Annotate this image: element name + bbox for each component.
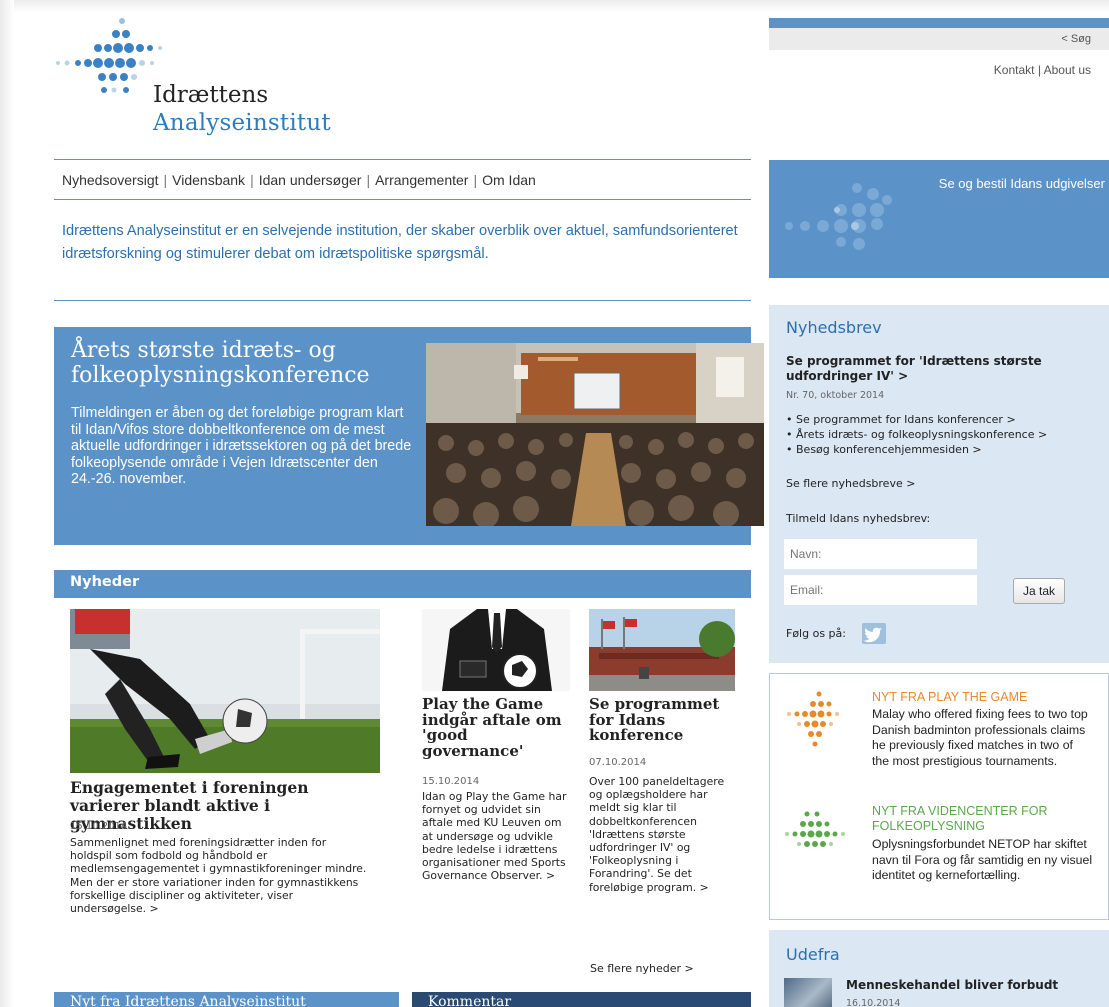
hero-text: Tilmeldingen er åben og det foreløbige p… bbox=[71, 405, 412, 487]
nav-separator: | bbox=[163, 172, 168, 188]
udefra-item-title[interactable]: Menneskehandel bliver forbudt bbox=[846, 978, 1058, 992]
utility-links: Kontakt | About us bbox=[994, 63, 1091, 77]
play-the-game-text[interactable]: Malay who offered fixing fees to two top… bbox=[872, 707, 1092, 769]
news-item-3-text: Over 100 paneldeltagere og oplægsholdere… bbox=[589, 775, 725, 894]
videncenter-text[interactable]: Oplysningsforbundet NETOP har skiftet na… bbox=[872, 837, 1094, 884]
main-nav: Nyhedsoversigt | Vidensbank | Idan undersøge… bbox=[62, 172, 536, 188]
play-the-game-title[interactable]: NYT FRA PLAY THE GAME bbox=[872, 690, 1027, 704]
newsletter-issue: Nr. 70, oktober 2014 bbox=[786, 390, 885, 401]
nav-separator: | bbox=[366, 172, 371, 188]
intro-divider bbox=[54, 300, 751, 301]
conference-hall-image[interactable] bbox=[426, 343, 764, 526]
hero-title[interactable]: Årets største idræts- og folkeoplysnings… bbox=[71, 338, 411, 388]
news-item-1-text: Sammenlignet med foreningsidrætter inden… bbox=[70, 836, 367, 916]
more-newsletters-link[interactable]: Se flere nyhedsbreve > bbox=[786, 477, 915, 490]
list-item[interactable]: • Se programmet for Idans konferencer > bbox=[786, 412, 1047, 427]
news-item-3-title[interactable]: Se programmet for Idans konference bbox=[589, 696, 739, 744]
play-the-game-image[interactable] bbox=[422, 609, 570, 691]
videncenter-dots-icon bbox=[785, 811, 845, 847]
newsletter-bullet-list: • Se programmet for Idans konferencer > … bbox=[786, 412, 1047, 457]
news-section-bar bbox=[54, 570, 751, 598]
newsletter-signup-label: Tilmeld Idans nyhedsbrev: bbox=[786, 512, 931, 525]
list-item[interactable]: • Årets idræts- og folkeoplysningskonfer… bbox=[786, 427, 1047, 442]
nav-item-vidensbank[interactable]: Vidensbank bbox=[172, 172, 245, 188]
nav-item-om-idan[interactable]: Om Idan bbox=[482, 172, 536, 188]
logo-wordmark-line2: Analyseinstitut bbox=[153, 110, 331, 136]
nav-item-arrangementer[interactable]: Arrangementer bbox=[375, 172, 468, 188]
udefra-item-date: 16.10.2014 bbox=[846, 998, 901, 1007]
about-us-link[interactable]: About us bbox=[1044, 63, 1091, 77]
nav-item-idan-undersoger[interactable]: Idan undersøger bbox=[259, 172, 362, 188]
news-item-1-date: 15.10.2014 bbox=[70, 821, 128, 832]
search-bar bbox=[769, 28, 1109, 50]
news-item-3-date: 07.10.2014 bbox=[589, 757, 647, 768]
nav-top-divider bbox=[54, 159, 751, 160]
newsletter-bullet-link[interactable]: Besøg konferencehjemmesiden > bbox=[796, 443, 982, 456]
list-item[interactable]: • Besøg konferencehjemmesiden > bbox=[786, 442, 1047, 457]
nav-bottom-divider bbox=[54, 199, 751, 200]
publications-promo-text[interactable]: Se og bestil Idans udgivelser bbox=[939, 176, 1105, 191]
intro-text: Idrættens Analyseinstitut er en selvejen… bbox=[62, 223, 738, 262]
right-top-bar bbox=[769, 18, 1109, 28]
udefra-title: Udefra bbox=[786, 945, 840, 964]
logo-wordmark-line1: Idrættens bbox=[153, 82, 269, 108]
nav-separator: | bbox=[473, 172, 478, 188]
newsletter-email-input[interactable] bbox=[784, 575, 977, 605]
videncenter-title[interactable]: NYT FRA VIDENCENTER FOR FOLKEOPLYSNING bbox=[872, 804, 1092, 834]
nav-item-nyhedsoversigt[interactable]: Nyhedsoversigt bbox=[62, 172, 159, 188]
news-section-title[interactable]: Nyheder bbox=[70, 574, 139, 590]
newsletter-submit-button[interactable]: Ja tak bbox=[1013, 578, 1065, 604]
search-link[interactable]: < Søg bbox=[1061, 33, 1091, 45]
newsletter-bullet-link[interactable]: Årets idræts- og folkeoplysningskonferen… bbox=[796, 428, 1047, 441]
football-image[interactable] bbox=[70, 609, 380, 773]
udefra-thumbnail-image[interactable] bbox=[784, 978, 832, 1007]
contact-link[interactable]: Kontakt bbox=[994, 63, 1035, 77]
more-news-link[interactable]: Se flere nyheder > bbox=[590, 962, 694, 975]
newsletter-headline-link[interactable]: Se programmet for 'Idrættens største udf… bbox=[786, 354, 1096, 384]
news-item-2-title[interactable]: Play the Game indgår aftale om 'good gov… bbox=[422, 696, 572, 759]
twitter-icon[interactable] bbox=[862, 623, 886, 644]
follow-us-label: Følg os på: bbox=[786, 627, 846, 640]
page-top-shadow bbox=[0, 0, 1109, 12]
newsletter-title: Nyhedsbrev bbox=[786, 318, 882, 337]
play-the-game-dots-icon bbox=[787, 691, 839, 747]
news-item-2-date: 15.10.2014 bbox=[422, 776, 480, 787]
conference-venue-image[interactable] bbox=[589, 609, 735, 691]
kommentar-title[interactable]: Kommentar bbox=[428, 994, 511, 1007]
nyt-fra-idan-title[interactable]: Nyt fra Idrættens Analyseinstitut bbox=[70, 994, 306, 1007]
newsletter-bullet-link[interactable]: Se programmet for Idans konferencer > bbox=[796, 413, 1016, 426]
page-left-shadow bbox=[0, 0, 14, 1007]
news-item-2-text: Idan og Play the Game har fornyet og udv… bbox=[422, 790, 567, 883]
nav-separator: | bbox=[250, 172, 254, 188]
newsletter-name-input[interactable] bbox=[784, 539, 977, 569]
